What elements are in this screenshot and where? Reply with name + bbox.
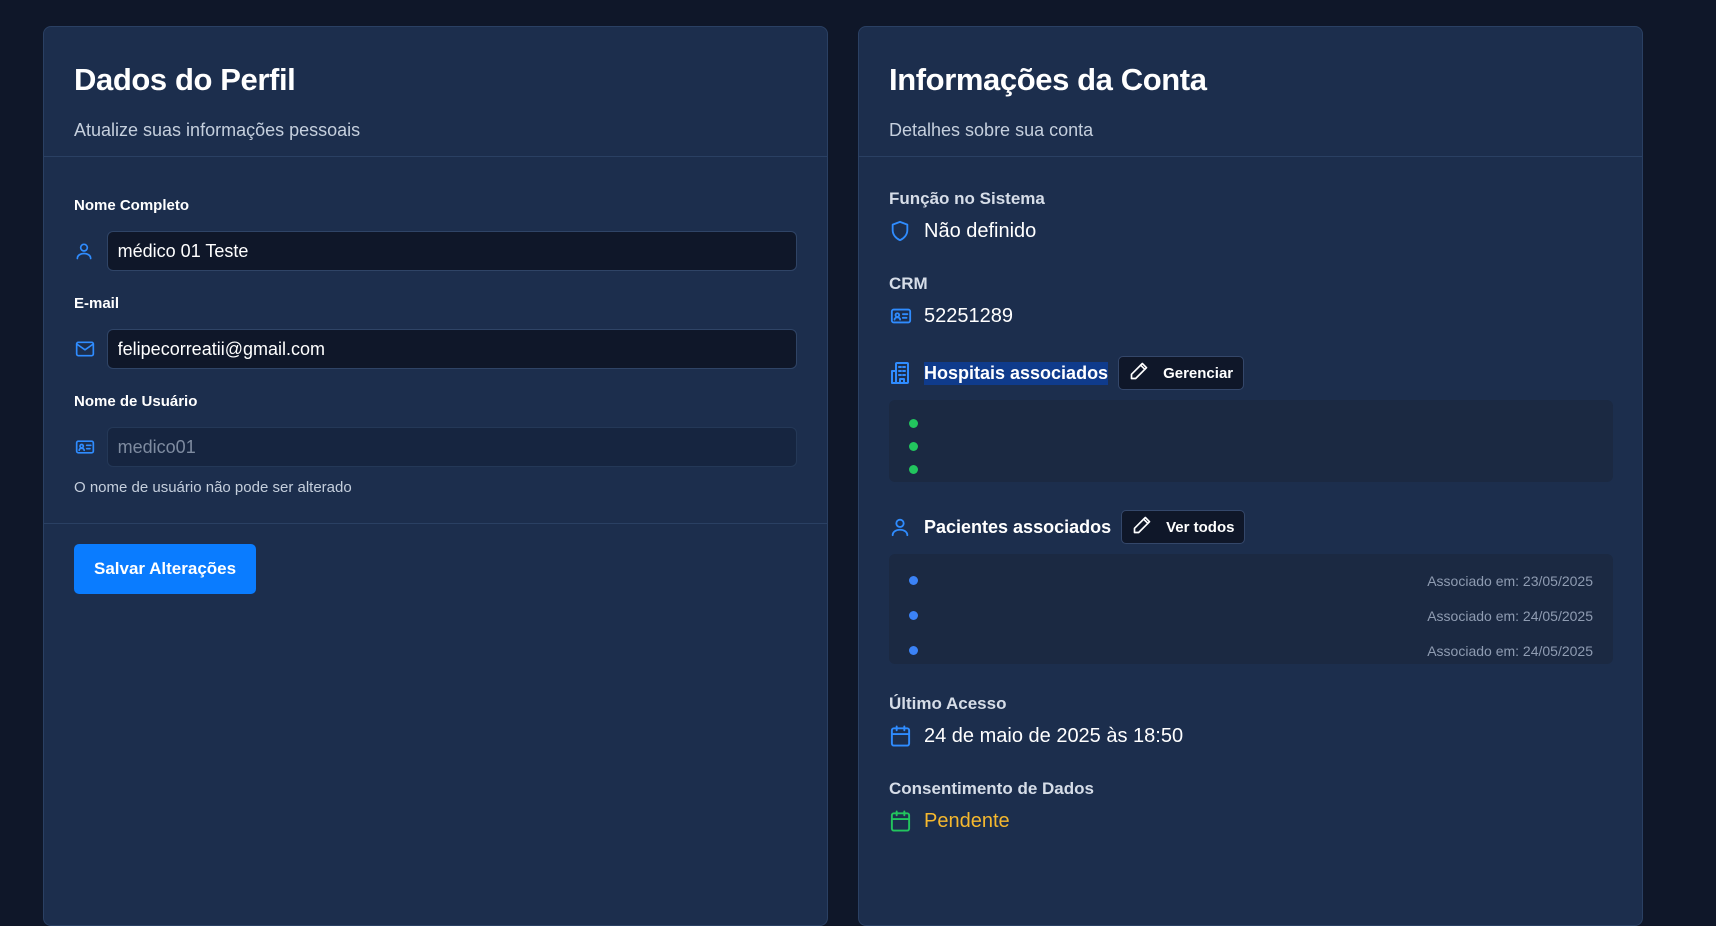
account-title: Informações da Conta <box>889 62 1207 97</box>
role-section: Função no Sistema Não definido <box>889 189 1612 244</box>
crm-value: 52251289 <box>924 304 1013 327</box>
status-dot <box>909 465 918 474</box>
calendar-icon <box>889 723 924 749</box>
status-dot <box>909 442 918 451</box>
list-item <box>909 412 1593 435</box>
hospitals-list <box>889 400 1613 482</box>
account-description: Detalhes sobre sua conta <box>889 120 1094 140</box>
crm-label: CRM <box>889 274 928 293</box>
association-date: Associado em: 24/05/2025 <box>1427 642 1593 659</box>
mail-icon <box>74 337 107 361</box>
profile-description: Atualize suas informações pessoais <box>74 120 361 140</box>
view-all-patients-label: Ver todos <box>1166 518 1235 536</box>
role-value: Não definido <box>924 219 1037 242</box>
shield-icon <box>889 218 924 244</box>
status-dot <box>909 611 918 620</box>
patients-list: Associado em: 23/05/2025 Associado em: 2… <box>889 554 1613 664</box>
status-dot <box>909 576 918 585</box>
list-item: Associado em: 24/05/2025 <box>909 633 1593 668</box>
account-card: Informações da Conta Detalhes sobre sua … <box>858 26 1643 926</box>
profile-title: Dados do Perfil <box>74 62 296 97</box>
last-access-section: Último Acesso 24 de maio de 2025 às 18:5… <box>889 694 1612 749</box>
username-label: Nome de Usuário <box>74 393 198 410</box>
hospitals-section: Hospitais associados Gerenciar <box>889 356 1613 482</box>
consent-label: Consentimento de Dados <box>889 779 1094 798</box>
account-info: Função no Sistema Não definido CRM 52251… <box>859 157 1642 834</box>
last-access-label: Último Acesso <box>889 694 1007 713</box>
list-item <box>909 435 1593 458</box>
save-button[interactable]: Salvar Alterações <box>74 544 257 594</box>
pencil-icon <box>1129 361 1149 385</box>
role-label: Função no Sistema <box>889 189 1045 208</box>
list-item <box>909 458 1593 481</box>
form-divider <box>44 523 827 524</box>
patients-label: Pacientes associados <box>924 516 1112 537</box>
view-all-patients-button[interactable]: Ver todos <box>1121 510 1246 544</box>
manage-hospitals-button[interactable]: Gerenciar <box>1118 356 1245 390</box>
status-dot <box>909 419 918 428</box>
patients-section: Pacientes associados Ver todos Associado… <box>889 510 1613 664</box>
calendar-icon <box>889 808 924 834</box>
profile-form: Nome Completo E-mail Nome de Usuário <box>44 157 827 594</box>
building-icon <box>889 360 924 386</box>
status-dot <box>909 646 918 655</box>
pencil-icon <box>1132 515 1152 539</box>
crm-section: CRM 52251289 <box>889 274 1612 329</box>
profile-card: Dados do Perfil Atualize suas informaçõe… <box>43 26 828 926</box>
last-access-value: 24 de maio de 2025 às 18:50 <box>924 724 1184 747</box>
email-label: E-mail <box>74 295 120 312</box>
association-date: Associado em: 23/05/2025 <box>1427 572 1593 589</box>
user-icon <box>889 514 924 540</box>
consent-section: Consentimento de Dados Pendente <box>889 779 1612 834</box>
account-card-header: Informações da Conta Detalhes sobre sua … <box>859 27 1642 157</box>
manage-hospitals-label: Gerenciar <box>1163 364 1234 382</box>
list-item: Associado em: 23/05/2025 <box>909 563 1593 598</box>
profile-card-header: Dados do Perfil Atualize suas informaçõe… <box>44 27 827 157</box>
username-input <box>106 427 797 467</box>
hospitals-label: Hospitais associados <box>924 361 1109 385</box>
association-date: Associado em: 24/05/2025 <box>1427 607 1593 624</box>
id-card-icon <box>889 303 924 329</box>
email-field: E-mail <box>74 295 797 369</box>
full-name-field: Nome Completo <box>74 197 797 271</box>
full-name-label: Nome Completo <box>74 197 190 214</box>
id-card-icon <box>74 435 107 459</box>
consent-status: Pendente <box>924 809 1010 832</box>
user-icon <box>74 239 107 263</box>
username-hint: O nome de usuário não pode ser alterado <box>74 479 352 496</box>
full-name-input[interactable] <box>106 231 797 271</box>
list-item: Associado em: 24/05/2025 <box>909 598 1593 633</box>
username-field: Nome de Usuário O nome de usuário não po… <box>74 393 797 496</box>
email-input[interactable] <box>106 329 797 369</box>
